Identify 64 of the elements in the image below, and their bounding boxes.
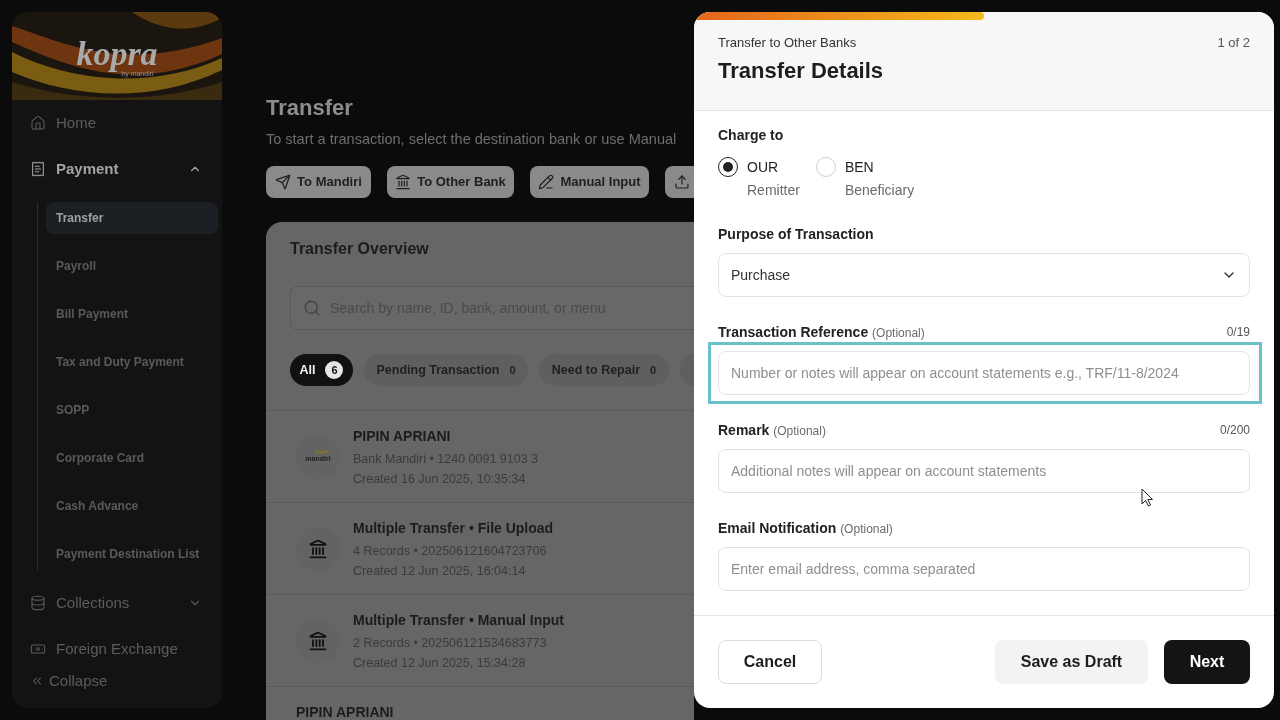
footer-button[interactable]: Next — [1164, 640, 1250, 684]
banknote-icon — [30, 641, 46, 657]
nav-subitem[interactable]: Bill Payment — [46, 298, 218, 330]
filter-chip[interactable]: Pending Transaction 0 — [364, 354, 528, 386]
nav-item[interactable]: Collections — [12, 590, 222, 616]
dialog-title: Transfer Details — [718, 58, 884, 84]
nav-subitem[interactable]: Payroll — [46, 250, 218, 282]
nav-item[interactable]: Payment — [12, 156, 222, 182]
option-label: BEN — [844, 158, 874, 177]
filter-chip[interactable]: Need to Repair 0 — [539, 354, 669, 386]
text-field[interactable]: Enter email address, comma separated — [718, 547, 1250, 591]
bank-building-icon — [395, 174, 412, 190]
row-title: Multiple Transfer • Manual Input — [353, 611, 565, 629]
action-button[interactable]: Manual Input — [530, 166, 649, 198]
upload-icon — [674, 174, 690, 190]
search-icon — [303, 299, 321, 317]
dialog-subtitle: Transfer to Other Banks — [718, 35, 857, 51]
row-title: Multiple Transfer • File Upload — [353, 519, 554, 537]
option-description: Beneficiary — [844, 181, 915, 200]
count-label: 0 — [509, 362, 516, 378]
mouse-pointer-icon — [1141, 488, 1154, 507]
filter-chip[interactable]: All 6 — [290, 354, 353, 386]
row-title: PIPIN APRIANI — [353, 427, 452, 445]
card-title: Transfer Overview — [290, 239, 429, 259]
receipt-icon — [30, 161, 46, 177]
footer-button[interactable]: Cancel — [718, 640, 822, 684]
field-label: Transaction Reference (Optional) — [718, 323, 925, 341]
row-title: PIPIN APRIANI — [296, 703, 394, 720]
database-icon — [30, 595, 46, 611]
footer-button[interactable]: Save as Draft — [995, 640, 1148, 684]
field-label: Email Notification (Optional) — [718, 519, 893, 537]
action-button[interactable]: To Other Bank — [387, 166, 514, 198]
page-title: Transfer — [266, 95, 353, 121]
pencil-icon — [538, 174, 555, 190]
upload-button[interactable] — [665, 166, 694, 198]
option-description: Remitter — [747, 181, 800, 200]
text-field[interactable]: Additional notes will appear on account statements — [718, 449, 1250, 493]
double-chevron-left-icon — [30, 674, 44, 688]
nav-subitem[interactable]: Payment Destination List — [46, 538, 218, 570]
purpose-select[interactable]: Purchase — [718, 253, 1250, 297]
home-icon — [30, 115, 46, 131]
field-label: Purpose of Transaction — [718, 226, 874, 242]
action-button[interactable]: To Mandiri — [266, 166, 371, 198]
text-field[interactable]: Number or notes will appear on account statements e.g., TRF/11-8/2024 — [718, 351, 1250, 395]
nav-subitem[interactable]: SOPP — [46, 394, 218, 426]
nav-subitem[interactable]: Tax and Duty Payment — [46, 346, 218, 378]
character-counter: 0/19 — [1226, 324, 1250, 340]
nav-item[interactable]: Home — [12, 110, 222, 136]
collapse-button[interactable]: Collapse — [12, 668, 222, 694]
count-label: 0 — [650, 362, 657, 378]
nav-item[interactable]: Foreign Exchange — [12, 636, 222, 662]
option-label: OUR — [747, 158, 779, 177]
paper-plane-icon — [275, 174, 292, 190]
logo-text: kopra — [76, 34, 158, 72]
nav-subitem[interactable]: Transfer — [46, 202, 218, 234]
wave-icon — [313, 450, 331, 455]
count-badge: 6 — [325, 361, 344, 379]
step-indicator: 1 of 2 — [1217, 35, 1250, 51]
nav-subitem[interactable]: Cash Advance — [46, 490, 218, 522]
character-counter: 0/200 — [1219, 422, 1250, 438]
field-label: Charge to — [718, 127, 784, 143]
field-label: Remark (Optional) — [718, 421, 826, 439]
nav-subitem[interactable]: Corporate Card — [46, 442, 218, 474]
page-subtitle: To start a transaction, select the destination bank or use Manual — [266, 130, 677, 149]
